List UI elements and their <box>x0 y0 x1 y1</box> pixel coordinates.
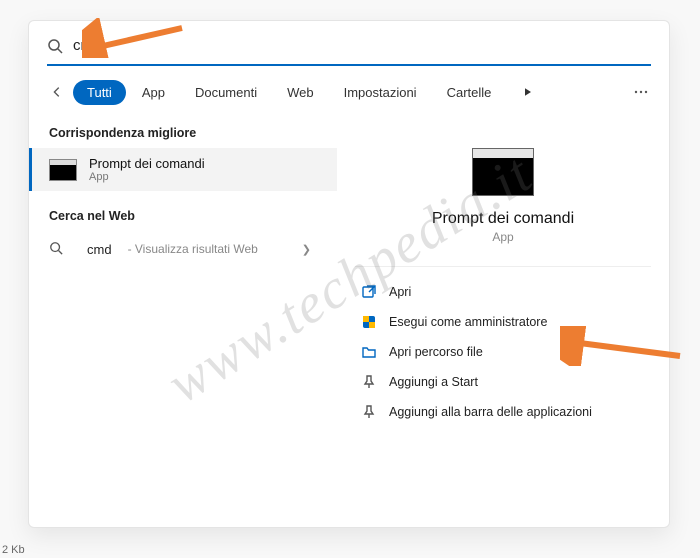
pin-icon <box>361 404 377 420</box>
open-icon <box>361 284 377 300</box>
shield-icon <box>361 314 377 330</box>
tab-folders[interactable]: Cartelle <box>433 80 506 105</box>
folder-icon <box>361 344 377 360</box>
action-open-location-label: Apri percorso file <box>389 345 483 359</box>
action-pin-taskbar-label: Aggiungi alla barra delle applicazioni <box>389 405 592 419</box>
web-hint: - Visualizza risultati Web <box>128 242 258 256</box>
cmd-hero-icon <box>472 148 534 196</box>
tab-settings[interactable]: Impostazioni <box>330 80 431 105</box>
action-pin-start-label: Aggiungi a Start <box>389 375 478 389</box>
action-pin-start[interactable]: Aggiungi a Start <box>355 367 651 397</box>
tab-all[interactable]: Tutti <box>73 80 126 105</box>
tab-web[interactable]: Web <box>273 80 328 105</box>
section-best-match: Corrispondenza migliore <box>29 122 337 148</box>
divider <box>355 266 651 267</box>
search-underline <box>47 64 651 66</box>
search-input[interactable] <box>73 37 651 54</box>
action-open-label: Apri <box>389 285 411 299</box>
search-row <box>29 21 669 64</box>
preview-hero: Prompt dei comandi App <box>355 138 651 262</box>
overflow-button[interactable] <box>627 78 655 106</box>
section-web: Cerca nel Web <box>29 205 337 231</box>
cmd-thumb-icon <box>49 159 77 181</box>
preview-subtitle: App <box>492 230 513 244</box>
result-text: Prompt dei comandi App <box>89 156 205 183</box>
tab-documents[interactable]: Documenti <box>181 80 271 105</box>
preview-title: Prompt dei comandi <box>432 210 574 228</box>
back-button[interactable] <box>43 78 71 106</box>
action-open[interactable]: Apri <box>355 277 651 307</box>
status-bar: 2 Kb <box>2 544 25 556</box>
web-query: cmd <box>87 242 112 257</box>
result-cmd[interactable]: Prompt dei comandi App <box>29 148 337 191</box>
chevron-right-icon: ❯ <box>302 243 317 256</box>
search-icon <box>47 38 63 54</box>
preview-pane: Prompt dei comandi App Apri Esegui come … <box>337 116 669 527</box>
results-body: Corrispondenza migliore Prompt dei coman… <box>29 116 669 527</box>
web-result[interactable]: cmd - Visualizza risultati Web ❯ <box>29 231 337 267</box>
result-subtitle: App <box>89 171 205 183</box>
action-run-admin-label: Esegui come amministratore <box>389 315 547 329</box>
pin-icon <box>361 374 377 390</box>
search-icon <box>49 241 65 257</box>
result-title: Prompt dei comandi <box>89 156 205 171</box>
results-left: Corrispondenza migliore Prompt dei coman… <box>29 116 337 527</box>
filter-toolbar: Tutti App Documenti Web Impostazioni Car… <box>29 72 669 116</box>
action-run-admin[interactable]: Esegui come amministratore <box>355 307 651 337</box>
search-panel: Tutti App Documenti Web Impostazioni Car… <box>28 20 670 528</box>
action-pin-taskbar[interactable]: Aggiungi alla barra delle applicazioni <box>355 397 651 427</box>
action-open-location[interactable]: Apri percorso file <box>355 337 651 367</box>
more-filters-button[interactable] <box>515 79 541 105</box>
tab-app[interactable]: App <box>128 80 179 105</box>
